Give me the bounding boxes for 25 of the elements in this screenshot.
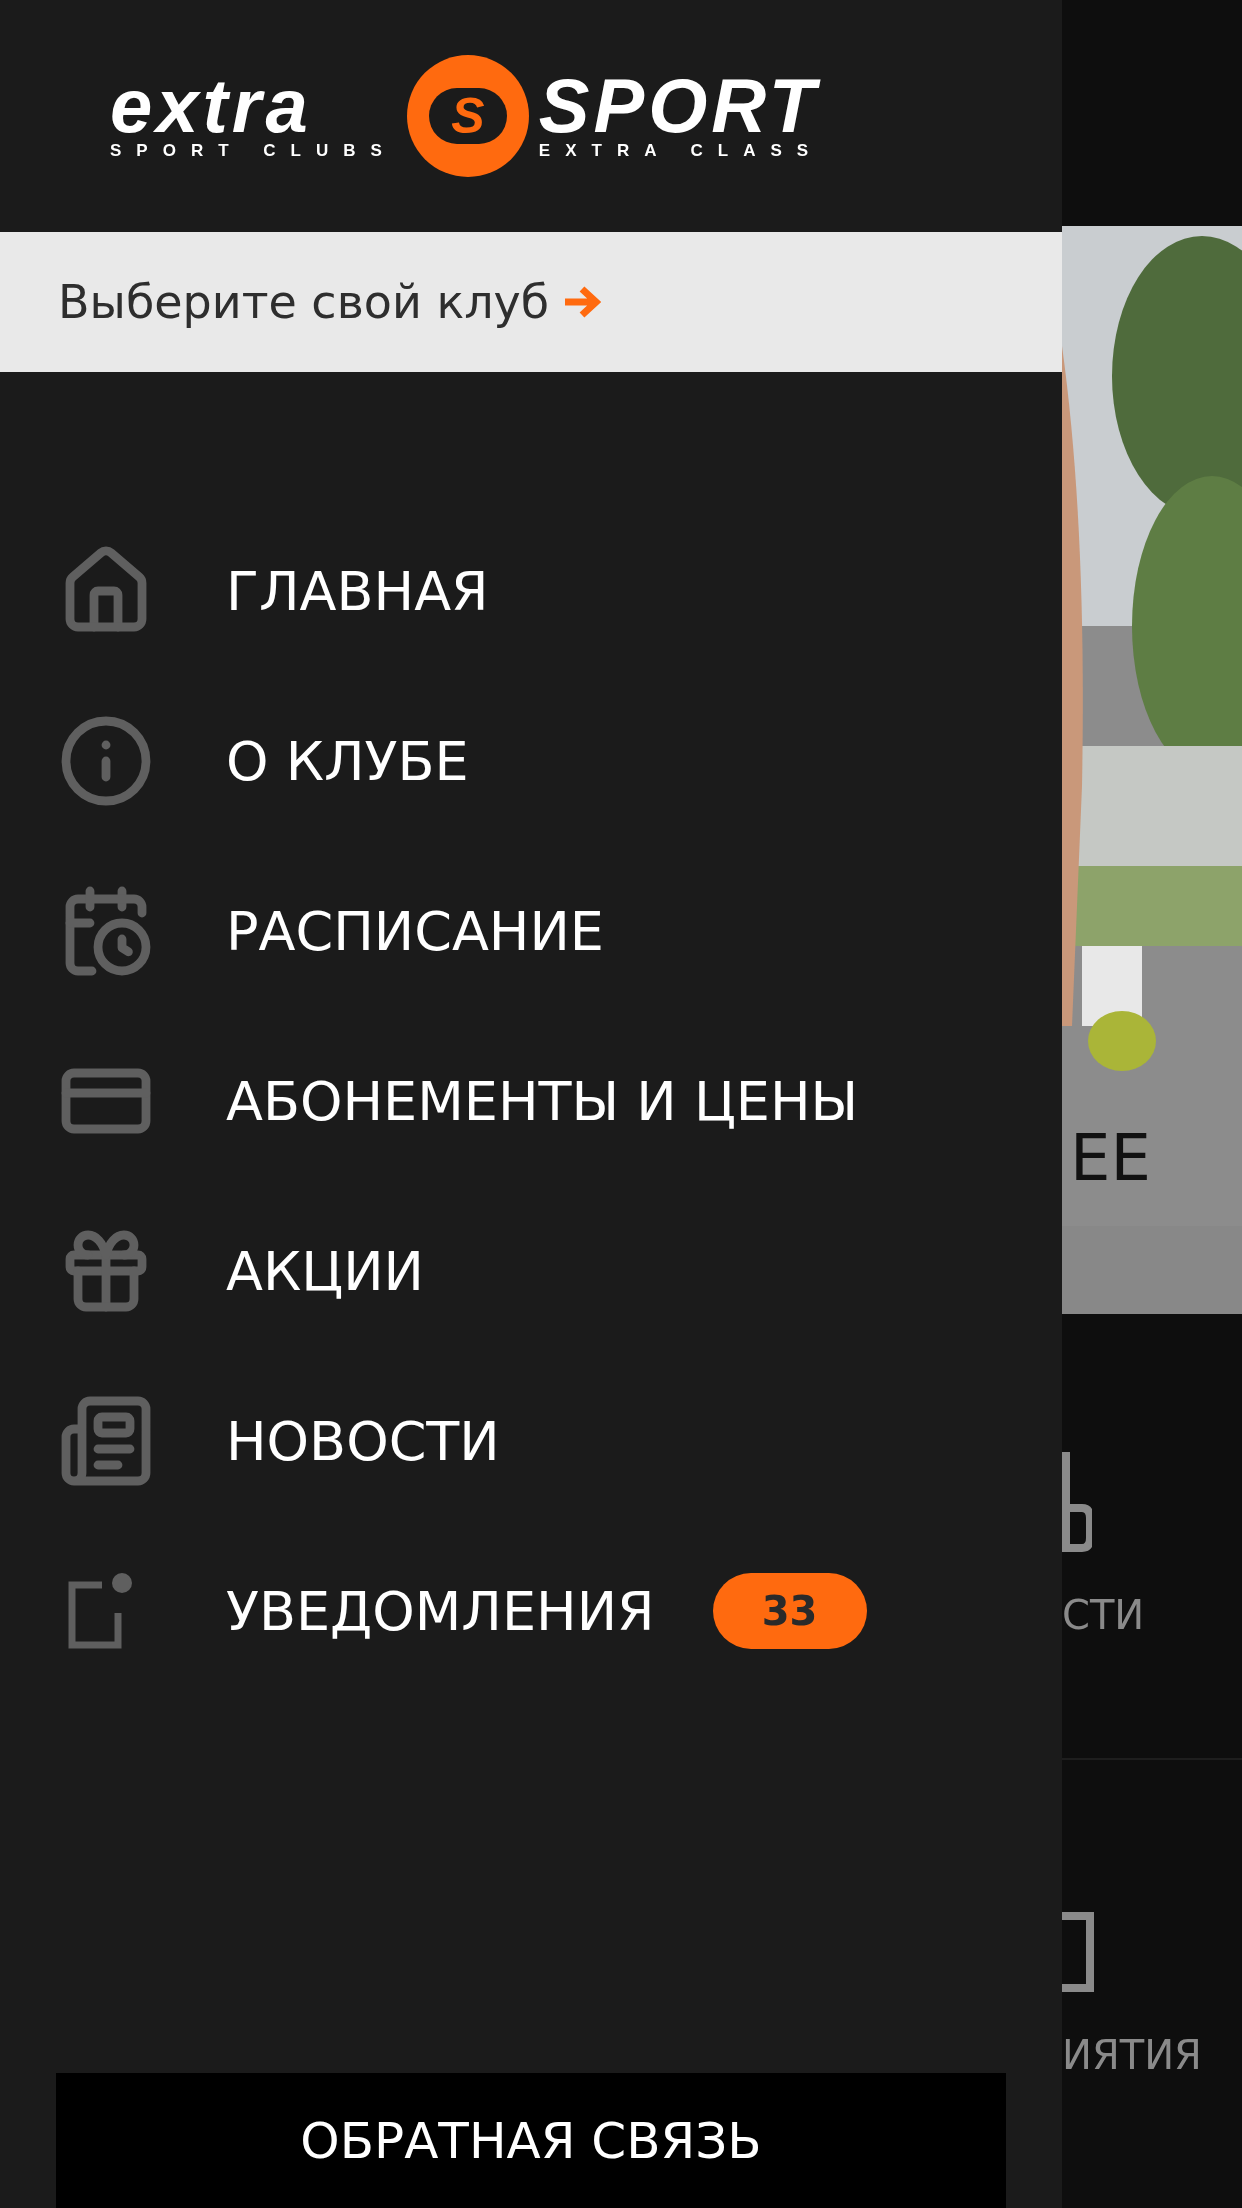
feedback-button[interactable]: ОБРАТНАЯ СВЯЗЬ: [56, 2073, 1006, 2208]
menu-item[interactable]: АКЦИИ: [0, 1186, 1062, 1356]
menu-label: НОВОСТИ: [226, 1409, 500, 1473]
menu-label: УВЕДОМЛЕНИЯ: [226, 1579, 655, 1643]
logo-letter: S: [428, 88, 507, 144]
club-picker[interactable]: Выберите свой клуб: [0, 232, 1062, 372]
logo-tagline: EXTRA CLASS: [538, 141, 824, 161]
tile-label: ИЯТИЯ: [1062, 2032, 1202, 2078]
menu-item[interactable]: АБОНЕМЕНТЫ И ЦЕНЫ: [0, 1016, 1062, 1186]
menu-item[interactable]: ГЛАВНАЯ: [0, 506, 1062, 676]
count-badge: 33: [712, 1573, 867, 1649]
menu-item[interactable]: НОВОСТИ: [0, 1356, 1062, 1526]
tile-label: СТИ: [1062, 1592, 1145, 1638]
logo-word: SPORT: [538, 71, 820, 141]
menu-label: ГЛАВНАЯ: [226, 559, 489, 623]
logo-word: extra: [110, 71, 312, 141]
banner-text: ЕЕ: [1070, 1121, 1151, 1195]
menu-item[interactable]: О КЛУБЕ: [0, 676, 1062, 846]
menu-item[interactable]: РАСПИСАНИЕ: [0, 846, 1062, 1016]
menu-label: РАСПИСАНИЕ: [226, 899, 604, 963]
menu-label: АКЦИИ: [226, 1239, 424, 1303]
menu-label: О КЛУБЕ: [226, 729, 469, 793]
menu-label: АБОНЕМЕНТЫ И ЦЕНЫ: [226, 1069, 859, 1133]
menu-item[interactable]: УВЕДОМЛЕНИЯ 33: [0, 1526, 1062, 1696]
logo-tagline: SPORT CLUBS: [110, 141, 397, 161]
